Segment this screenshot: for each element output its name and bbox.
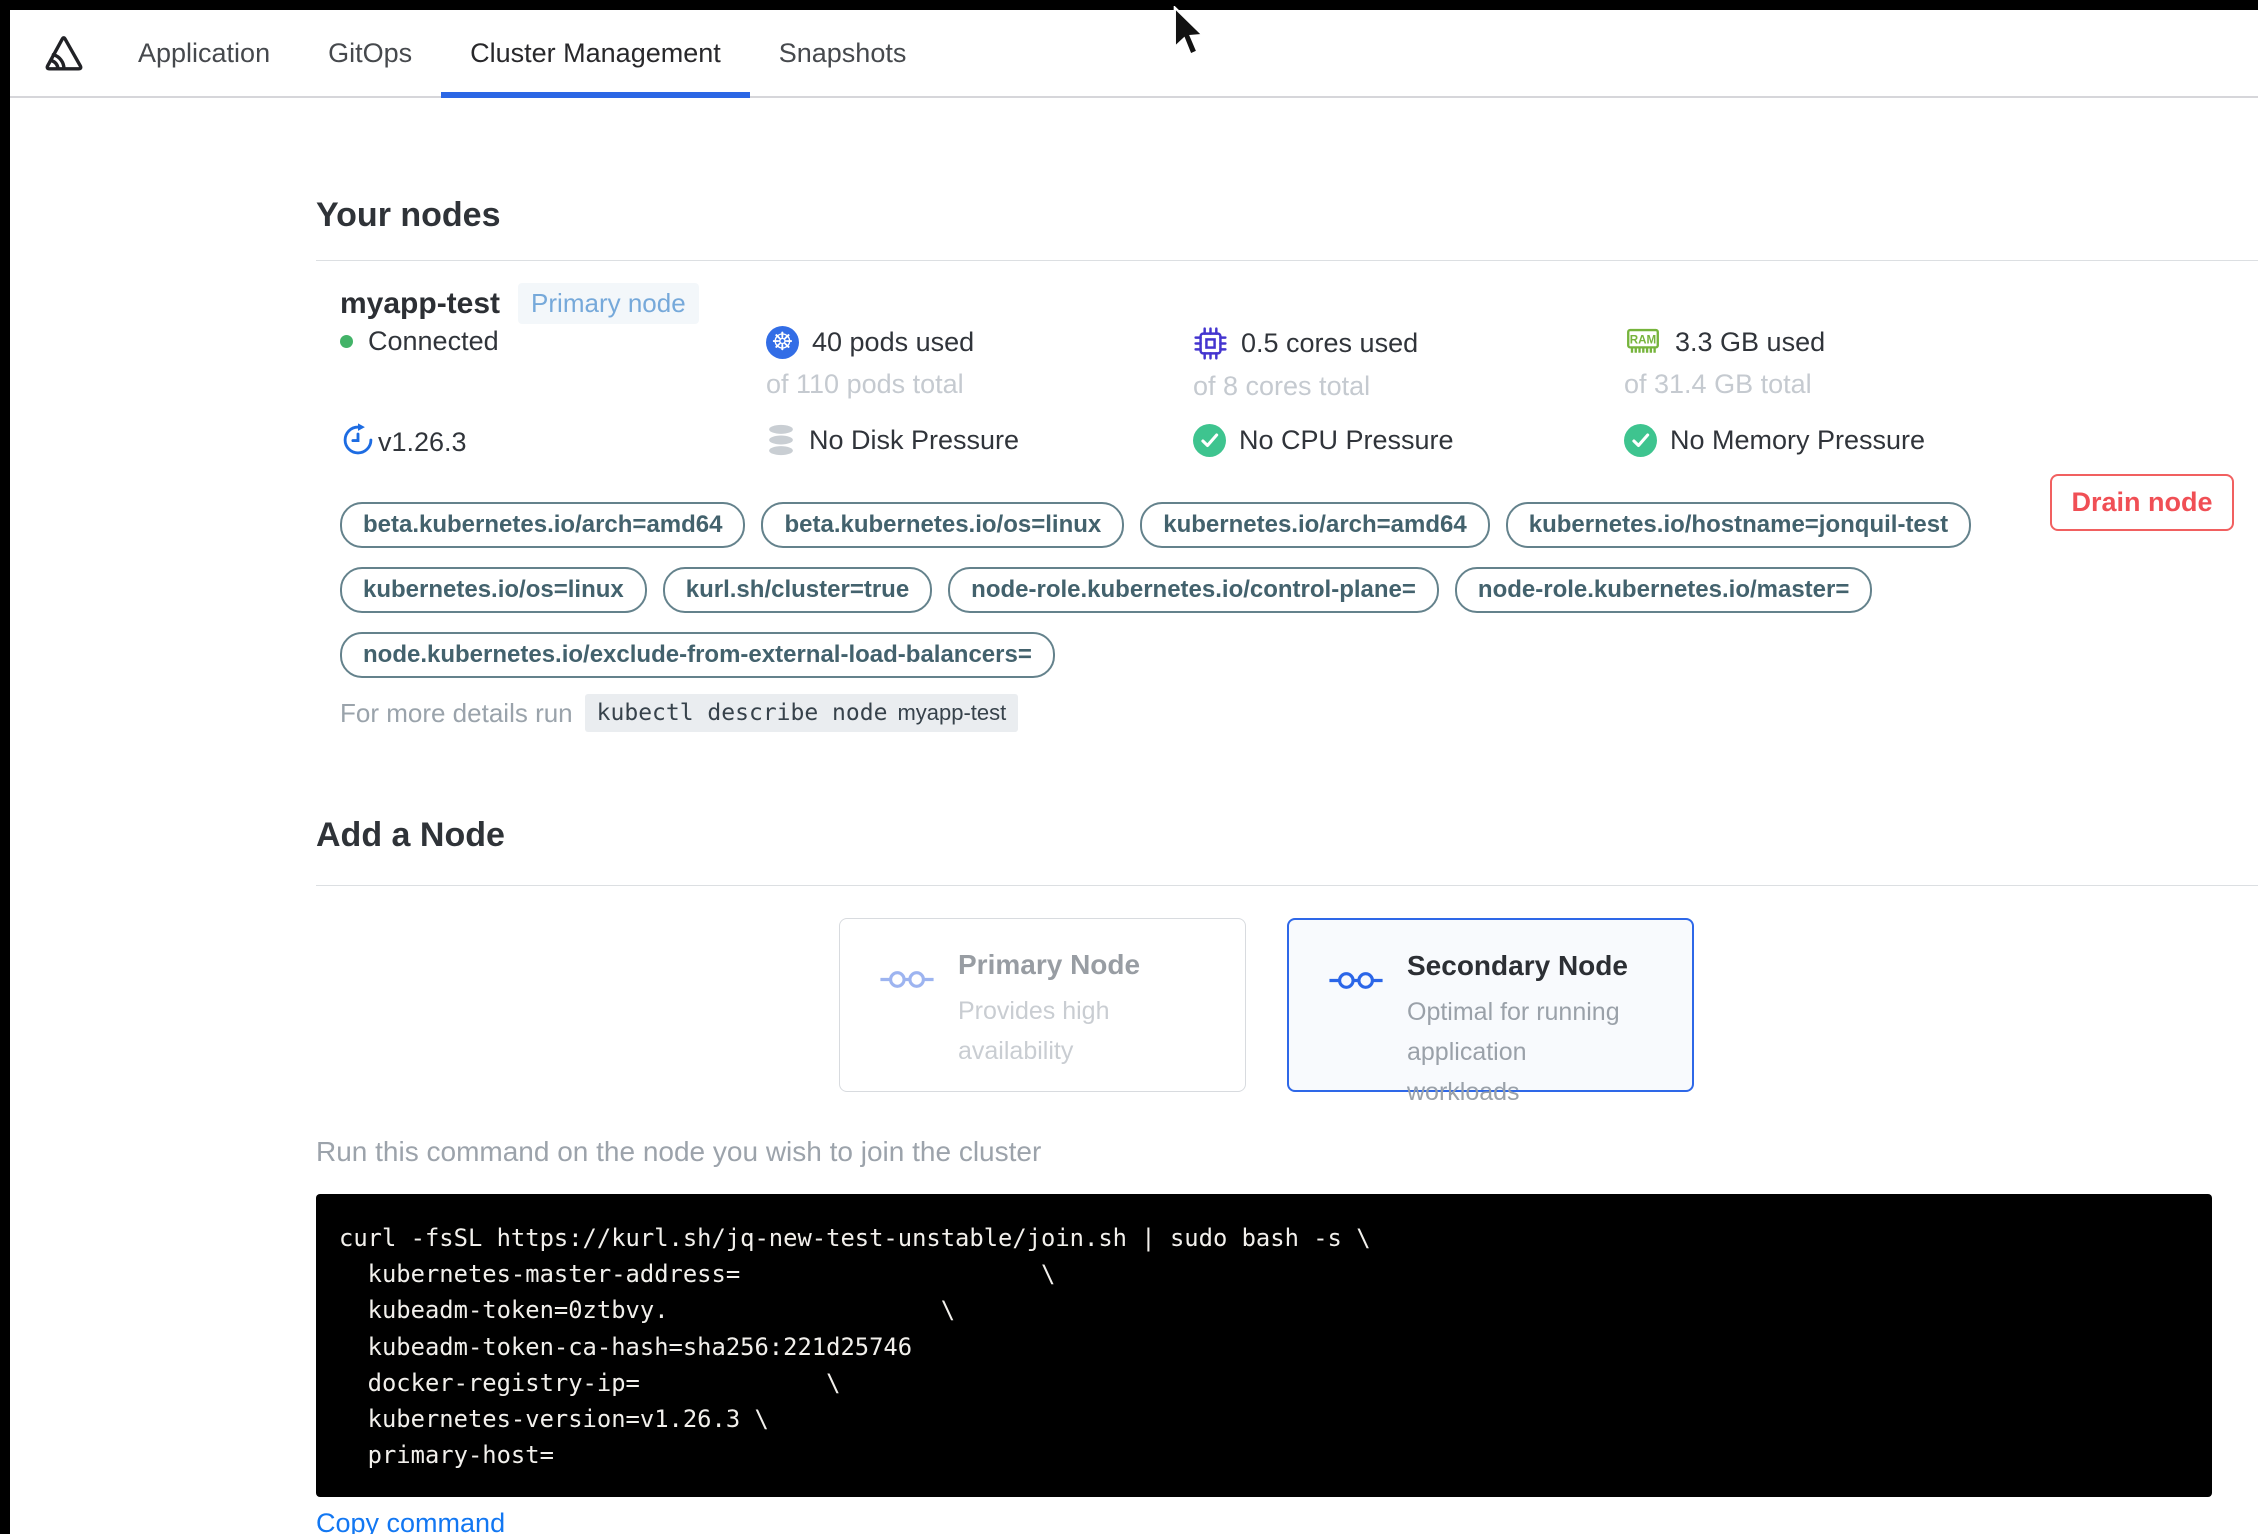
node-status-label: Connected — [368, 326, 499, 356]
check-icon — [1624, 423, 1657, 457]
command-line: kubernetes-version=v1.26.3 \ — [339, 1405, 769, 1434]
pods-stat: ☸ 40 pods used of 110 pods total — [766, 326, 1193, 402]
cpu-icon — [1194, 327, 1227, 360]
primary-node-option-title: Primary Node — [958, 949, 1141, 980]
pods-total-label: of 110 pods total — [766, 369, 964, 399]
node-label-pill: node-role.kubernetes.io/control-plane= — [948, 567, 1439, 613]
secondary-node-option-subtitle: Optimal for running application workload… — [1407, 998, 1620, 1106]
add-node-divider — [316, 885, 2258, 886]
primary-node-option[interactable]: Primary Node Provides high availability — [839, 918, 1246, 1092]
cores-used-label: 0.5 cores used — [1241, 328, 1419, 358]
node-label-pill: kubernetes.io/hostname=jonquil-test — [1505, 502, 1972, 548]
cluster-management-page: Application GitOps Cluster Management Sn… — [0, 0, 2258, 1534]
node-link-icon — [1329, 972, 1383, 989]
node-link-icon — [880, 971, 934, 988]
node-name: myapp-test — [340, 286, 501, 320]
svg-text:RAM: RAM — [1630, 333, 1656, 346]
primary-node-badge: Primary node — [518, 283, 699, 324]
node-label-pill: kubernetes.io/os=linux — [340, 567, 647, 613]
window-left-edge — [0, 0, 10, 1534]
tab-application[interactable]: Application — [109, 10, 299, 96]
disk-icon — [769, 424, 793, 456]
join-command-codeblock: curl -fsSL https://kurl.sh/jq-new-test-u… — [316, 1194, 2212, 1497]
join-command-instruction: Run this command on the node you wish to… — [316, 1136, 1042, 1167]
secondary-node-option-title: Secondary Node — [1407, 950, 1628, 981]
tab-cluster-management[interactable]: Cluster Management — [441, 10, 750, 98]
your-nodes-title: Your nodes — [316, 196, 501, 234]
command-line: kubeadm-token=0ztbvy. \ — [339, 1296, 956, 1325]
command-line: kubeadm-token-ca-hash=sha256:221d25746 — [339, 1332, 913, 1361]
command-line: docker-registry-ip= \ — [339, 1368, 841, 1397]
command-line: kubernetes-master-address= \ — [339, 1260, 1056, 1289]
command-line: curl -fsSL https://kurl.sh/jq-new-test-u… — [339, 1224, 1371, 1252]
node-details-hint: For more details run kubectl describe no… — [340, 694, 1019, 732]
memory-used-label: 3.3 GB used — [1675, 327, 1826, 357]
cpu-pressure-cell: No CPU Pressure — [1193, 422, 1624, 458]
top-nav: Application GitOps Cluster Management Sn… — [10, 10, 2258, 98]
node-label-pill: beta.kubernetes.io/os=linux — [761, 502, 1125, 548]
tab-gitops[interactable]: GitOps — [299, 10, 441, 96]
node-label-pill: kubernetes.io/arch=amd64 — [1140, 502, 1490, 548]
memory-pressure-label: No Memory Pressure — [1670, 424, 1926, 455]
your-nodes-divider — [316, 260, 2258, 261]
cpu-pressure-label: No CPU Pressure — [1239, 424, 1454, 455]
node-label-pill: node-role.kubernetes.io/master= — [1454, 567, 1873, 613]
kubectl-describe-chip: kubectl describe node myapp-test — [584, 694, 1019, 732]
pods-used-label: 40 pods used — [812, 327, 975, 357]
ram-icon: RAM — [1627, 328, 1659, 353]
node-label-pill: node.kubernetes.io/exclude-from-external… — [340, 632, 1055, 678]
command-line: primary-host= — [339, 1441, 554, 1470]
disk-pressure-label: No Disk Pressure — [809, 424, 1020, 455]
node-type-options: Primary Node Provides high availability … — [839, 918, 1694, 1106]
kubernetes-icon: ☸ — [766, 326, 799, 359]
version-cell: v1.26.3 — [340, 422, 766, 458]
node-label-pill: kurl.sh/cluster=true — [662, 567, 933, 613]
node-label-pill: beta.kubernetes.io/arch=amd64 — [340, 502, 746, 548]
memory-stat: RAM 3.3 GB used of 31.4 GB total — [1624, 326, 1925, 402]
nav-tabs: Application GitOps Cluster Management Sn… — [109, 10, 936, 98]
node-header: myapp-test Primary node — [340, 283, 699, 324]
node-status-cell: Connected — [340, 326, 766, 402]
kubectl-command: kubectl describe node — [596, 700, 888, 726]
primary-node-option-subtitle: Provides high availability — [958, 997, 1110, 1065]
replicated-logo-icon — [45, 36, 83, 71]
version-icon — [343, 423, 373, 455]
memory-pressure-cell: No Memory Pressure — [1624, 422, 1925, 458]
window-top-edge — [0, 0, 2258, 10]
check-icon — [1193, 423, 1226, 457]
mouse-cursor-icon — [1173, 6, 1206, 57]
details-prefix: For more details run — [340, 697, 573, 728]
add-node-title: Add a Node — [316, 816, 505, 854]
kubectl-node-name: myapp-test — [897, 700, 1007, 725]
tab-snapshots[interactable]: Snapshots — [750, 10, 936, 96]
node-stats-grid: Connected ☸ 40 pods used of 110 pods tot… — [340, 326, 1925, 458]
disk-pressure-cell: No Disk Pressure — [766, 422, 1193, 458]
version-label: v1.26.3 — [378, 427, 467, 457]
memory-total-label: of 31.4 GB total — [1624, 369, 1812, 399]
connected-dot-icon — [340, 335, 353, 348]
secondary-node-option[interactable]: Secondary Node Optimal for running appli… — [1287, 918, 1694, 1106]
drain-node-button[interactable]: Drain node — [2050, 474, 2234, 531]
cores-total-label: of 8 cores total — [1193, 371, 1371, 401]
cores-stat: 0.5 cores used of 8 cores total — [1193, 326, 1624, 402]
copy-command-link[interactable]: Copy command — [316, 1508, 505, 1534]
node-labels: beta.kubernetes.io/arch=amd64 beta.kuber… — [340, 502, 2040, 678]
